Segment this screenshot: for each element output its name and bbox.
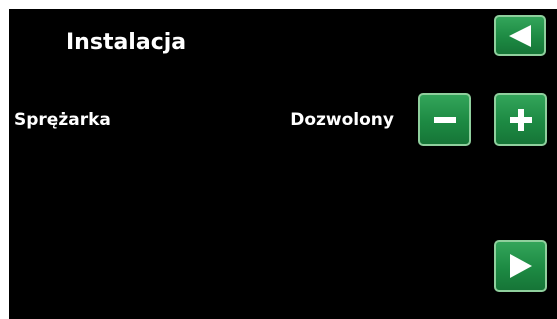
- increase-button[interactable]: [494, 93, 547, 146]
- display-screen: Instalacja Sprężarka Dozwolony: [9, 9, 557, 319]
- plus-icon: [509, 108, 533, 132]
- minus-icon: [433, 108, 457, 132]
- decrease-button[interactable]: [418, 93, 471, 146]
- arrow-right-icon: [508, 253, 534, 279]
- setting-value: Dozwolony: [290, 110, 394, 130]
- back-button[interactable]: [494, 15, 546, 56]
- setting-label: Sprężarka: [14, 110, 111, 130]
- next-button[interactable]: [494, 240, 547, 292]
- device-frame: Instalacja Sprężarka Dozwolony: [0, 0, 557, 319]
- arrow-left-icon: [507, 24, 533, 48]
- page-title: Instalacja: [66, 30, 187, 55]
